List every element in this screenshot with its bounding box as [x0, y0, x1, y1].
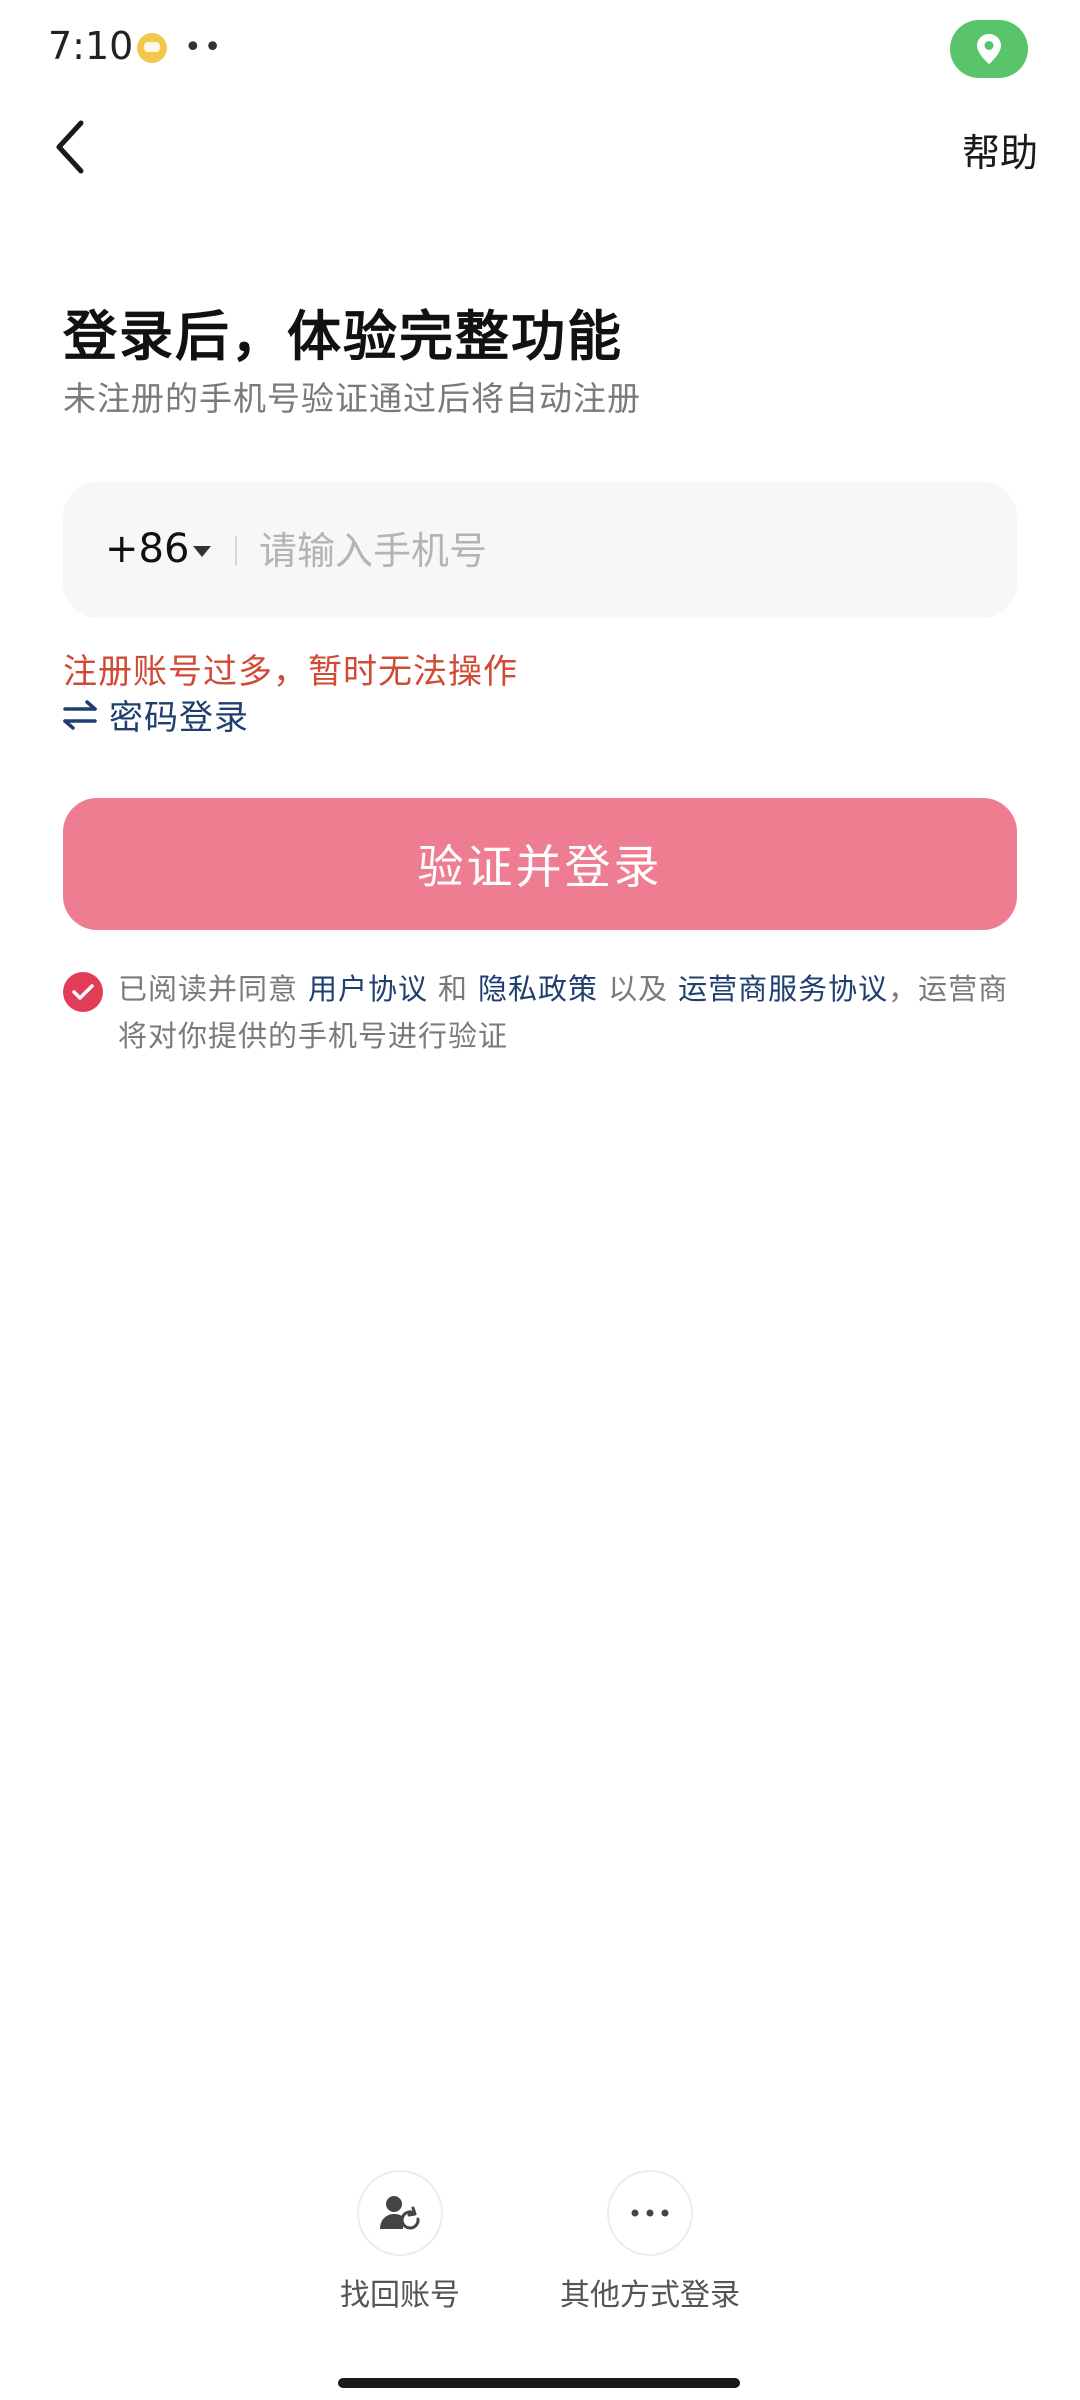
page-title: 登录后，体验完整功能 — [63, 305, 623, 368]
caret-down-icon[interactable] — [193, 546, 211, 557]
country-code-selector[interactable]: +86 — [105, 526, 189, 572]
privacy-policy-link[interactable]: 隐私政策 — [478, 972, 598, 1006]
agreement-text: 已阅读并同意 用户协议和隐私政策 以及 运营商服务协议，运营商将对你提供的手机号进行验… — [118, 966, 1018, 1060]
back-button[interactable] — [36, 112, 106, 182]
agreement-prefix: 已阅读并同意 — [118, 972, 299, 1006]
user-refresh-icon — [380, 2196, 420, 2230]
back-arrow-icon — [56, 120, 84, 174]
other-login-label: 其他方式登录 — [560, 2278, 740, 2313]
phone-input-container: +86 — [63, 482, 1017, 618]
agreement-checkbox[interactable] — [63, 972, 103, 1012]
checkmark-icon — [72, 984, 94, 1000]
user-agreement-link[interactable]: 用户协议 — [308, 972, 428, 1006]
password-login-label: 密码登录 — [109, 698, 249, 738]
find-account-circle[interactable] — [357, 2170, 443, 2256]
phone-number-input[interactable] — [257, 510, 981, 592]
home-indicator[interactable] — [338, 2378, 740, 2388]
message-notification-icon — [137, 33, 167, 63]
status-time: 7:10 — [48, 24, 134, 68]
login-screen: 7:10 •• 帮助 登录后，体验完整功能 未注册的手机号验证通过后将自动注册 … — [0, 0, 1080, 2400]
agreement-and: 和 — [438, 972, 469, 1006]
other-login-methods-button[interactable]: 其他方式登录 — [540, 2170, 760, 2314]
input-divider — [235, 536, 237, 566]
help-button[interactable]: 帮助 — [962, 122, 1038, 177]
carrier-agreement-link[interactable]: 运营商服务协议 — [678, 972, 888, 1006]
more-notifications-indicator: •• — [184, 30, 224, 65]
password-login-link[interactable]: 密码登录 — [63, 690, 249, 739]
error-message: 注册账号过多，暂时无法操作 — [63, 652, 518, 692]
more-dots-icon — [631, 2209, 669, 2217]
find-account-label: 找回账号 — [340, 2278, 460, 2313]
verify-login-button[interactable]: 验证并登录 — [63, 798, 1017, 930]
find-account-button[interactable]: 找回账号 — [290, 2170, 510, 2314]
location-indicator[interactable] — [950, 20, 1028, 78]
location-pin-icon — [977, 34, 1001, 64]
agreement-as-well-as: 以及 — [608, 972, 669, 1006]
page-subtitle: 未注册的手机号验证通过后将自动注册 — [63, 379, 641, 418]
swap-arrows-icon — [63, 699, 97, 730]
other-login-circle[interactable] — [607, 2170, 693, 2256]
